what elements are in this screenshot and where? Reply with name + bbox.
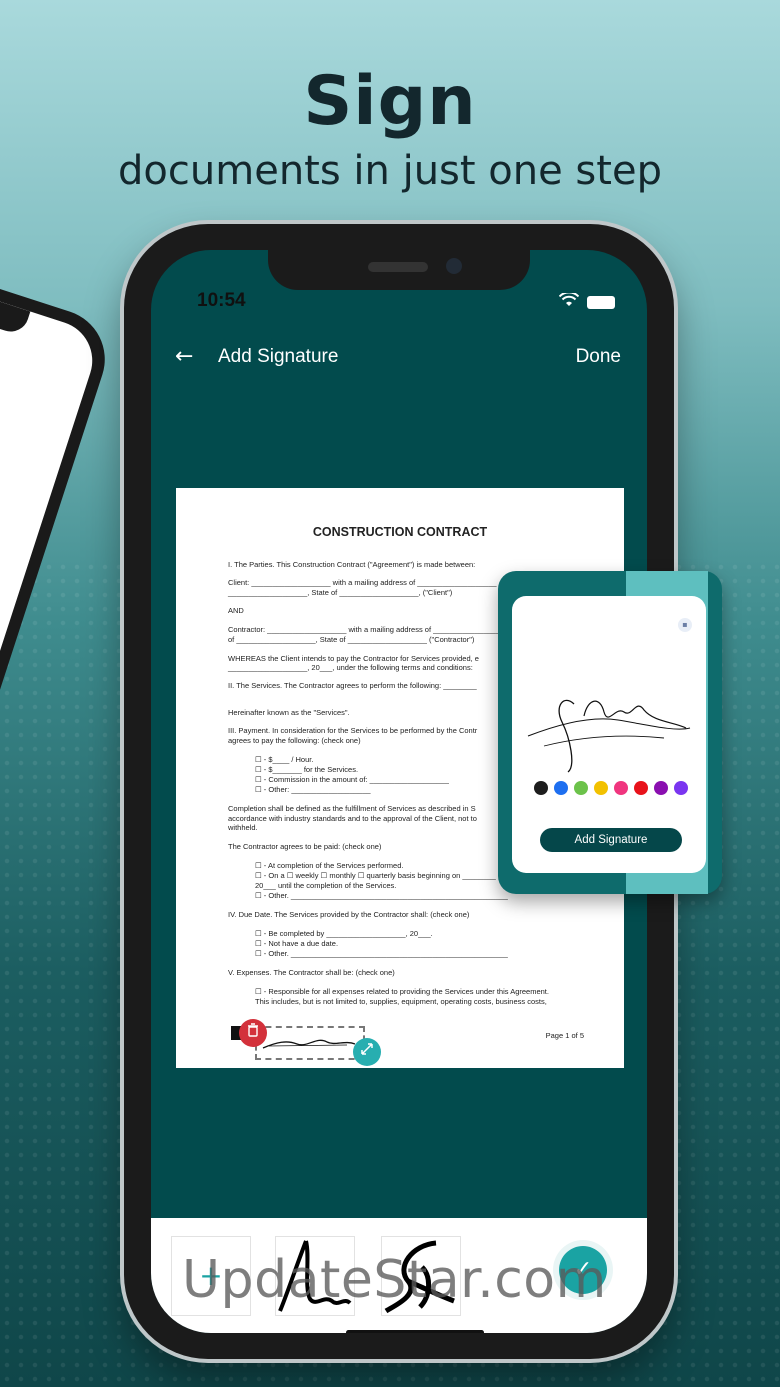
page-title: Add Signature bbox=[218, 346, 339, 367]
document-line: III. Payment. In consideration for the S… bbox=[228, 726, 478, 735]
page-indicator: Page 1 of 5 bbox=[545, 1031, 584, 1040]
drawn-signature bbox=[527, 699, 691, 773]
hero-subtitle: documents in just one step bbox=[118, 148, 662, 194]
watermark: UpdateStar.com bbox=[182, 1250, 607, 1310]
signature-pad[interactable]: ▪ Add Signature bbox=[512, 596, 706, 873]
document-line: Client: ___________________ with a maili… bbox=[228, 578, 497, 587]
document-line: withheld. bbox=[228, 823, 258, 832]
document-line: ___________________, State of __________… bbox=[228, 588, 453, 597]
document-line: I. The Parties. This Construction Contra… bbox=[228, 560, 476, 569]
color-swatch[interactable] bbox=[534, 781, 548, 795]
trash-icon[interactable] bbox=[239, 1019, 267, 1047]
document-line: ___________________, 20___, under the fo… bbox=[228, 663, 473, 672]
document-line: ☐ - Be completed by ___________________,… bbox=[255, 929, 433, 938]
signature-pad-card: ▪ Add Signature bbox=[498, 571, 722, 894]
document-line: ☐ - Other: ___________________ bbox=[255, 785, 371, 794]
document-line: The Contractor agrees to be paid: (check… bbox=[228, 842, 382, 851]
document-line: This includes, but is not limited to, su… bbox=[255, 997, 547, 1006]
color-swatch[interactable] bbox=[554, 781, 568, 795]
document-line: WHEREAS the Client intends to pay the Co… bbox=[228, 654, 479, 663]
document-line: IV. Due Date. The Services provided by t… bbox=[228, 910, 470, 919]
hero-title: Sign bbox=[303, 62, 477, 141]
background-phone-notch bbox=[0, 277, 31, 337]
document-line: AND bbox=[228, 606, 244, 615]
document-line: ☐ - Other. _____________________________… bbox=[255, 891, 508, 900]
document-line: ☐ - At completion of the Services perfor… bbox=[255, 861, 404, 870]
document-title: CONSTRUCTION CONTRACT bbox=[312, 525, 488, 539]
document-line: of ___________________, State of _______… bbox=[228, 635, 475, 644]
document-line: ☐ - Other. _____________________________… bbox=[255, 949, 508, 958]
document-line: agrees to pay the following: (check one) bbox=[228, 736, 361, 745]
document-line: accordance with industry standards and t… bbox=[228, 814, 477, 823]
battery-icon bbox=[587, 296, 615, 309]
document-line: ☐ - $____ / Hour. bbox=[255, 755, 314, 764]
eraser-icon[interactable]: ▪ bbox=[678, 618, 692, 632]
document-line: ☐ - Responsible for all expenses related… bbox=[255, 987, 549, 996]
nav-bar: ← Add Signature Done bbox=[151, 342, 647, 382]
color-swatch[interactable] bbox=[594, 781, 608, 795]
color-picker bbox=[534, 781, 694, 797]
document-line: ☐ - $_______ for the Services. bbox=[255, 765, 359, 774]
document-line: ☐ - Commission in the amount of: _______… bbox=[255, 775, 449, 784]
document-line: Hereinafter known as the "Services". bbox=[228, 708, 350, 717]
home-indicator bbox=[346, 1330, 484, 1333]
speaker-grille bbox=[368, 262, 428, 272]
add-signature-card-button[interactable]: Add Signature bbox=[540, 828, 682, 852]
resize-icon[interactable] bbox=[353, 1038, 381, 1066]
done-button[interactable]: Done bbox=[576, 346, 621, 368]
placed-signature[interactable] bbox=[255, 1026, 365, 1060]
color-swatch[interactable] bbox=[614, 781, 628, 795]
arrow-left-icon[interactable]: ← bbox=[175, 344, 193, 369]
color-swatch[interactable] bbox=[674, 781, 688, 795]
color-swatch[interactable] bbox=[654, 781, 668, 795]
document-line: ☐ - On a ☐ weekly ☐ monthly ☐ quarterly … bbox=[255, 871, 496, 880]
document-line: II. The Services. The Contractor agrees … bbox=[228, 681, 477, 690]
color-swatch[interactable] bbox=[634, 781, 648, 795]
document-line: ☐ - Not have a due date. bbox=[255, 939, 339, 948]
document-line: Contractor: ___________________ with a m… bbox=[228, 625, 513, 634]
notch bbox=[268, 250, 530, 290]
front-camera bbox=[446, 258, 462, 274]
document-line: Completion shall be defined as the fulfi… bbox=[228, 804, 476, 813]
status-time: 10:54 bbox=[197, 290, 246, 311]
color-swatch[interactable] bbox=[574, 781, 588, 795]
document-line: V. Expenses. The Contractor shall be: (c… bbox=[228, 968, 395, 977]
wifi-icon bbox=[558, 291, 580, 311]
document-line: 20___ until the completion of the Servic… bbox=[255, 881, 397, 890]
